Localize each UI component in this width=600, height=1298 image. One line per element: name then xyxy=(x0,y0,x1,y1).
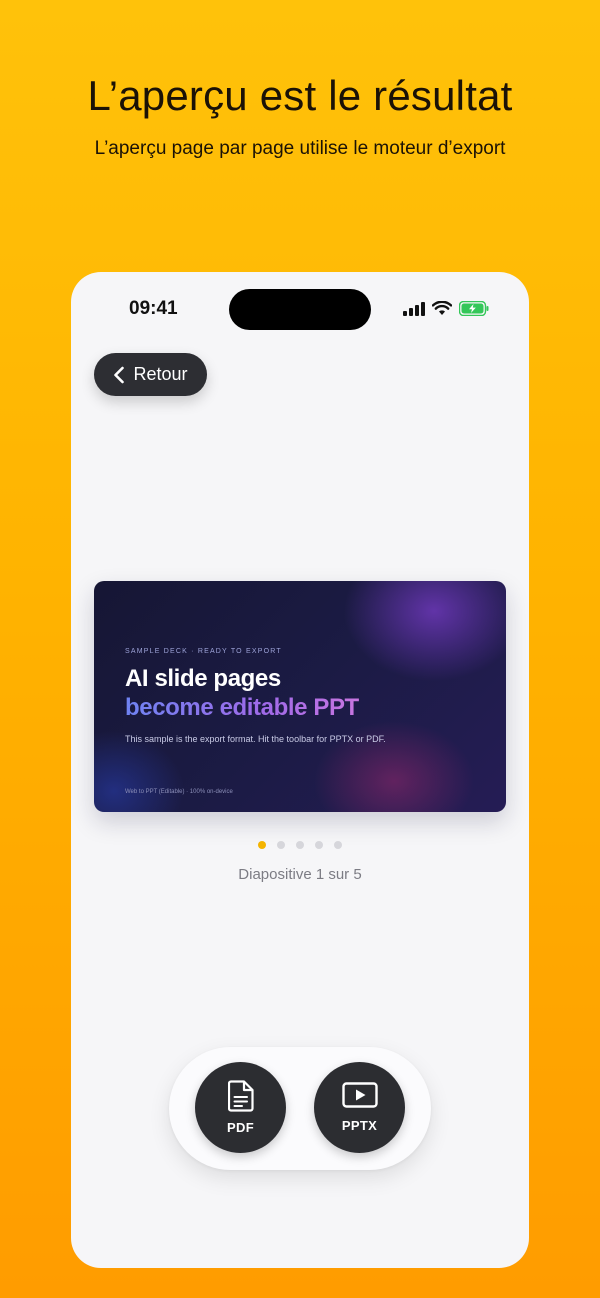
page-headline: L’aperçu est le résultat xyxy=(87,72,513,119)
battery-charging-icon xyxy=(459,301,489,316)
page-dot[interactable] xyxy=(296,841,304,849)
document-icon xyxy=(227,1080,254,1112)
page-dot[interactable] xyxy=(334,841,342,849)
slide-footer-text: Web to PPT (Editable) · 100% on-device xyxy=(125,789,233,795)
wifi-icon xyxy=(432,301,452,315)
page-subheadline: L’aperçu page par page utilise le moteur… xyxy=(94,138,506,159)
page-dot[interactable] xyxy=(315,841,323,849)
export-pptx-button[interactable]: PPTX xyxy=(314,1062,405,1153)
export-pdf-button[interactable]: PDF xyxy=(195,1062,286,1153)
slide-title-line1: AI slide pages xyxy=(125,665,281,692)
page-dot[interactable] xyxy=(277,841,285,849)
slide-counter: Diapositive 1 sur 5 xyxy=(238,866,362,883)
back-button-label: Retour xyxy=(133,364,188,384)
slide-title-line2: become editable PPT xyxy=(125,694,359,721)
chevron-left-icon xyxy=(114,366,125,383)
export-pdf-label: PDF xyxy=(227,1120,254,1135)
export-pptx-label: PPTX xyxy=(341,1118,378,1133)
page-indicator xyxy=(71,841,529,849)
slide-preview[interactable]: SAMPLE DECK · READY TO EXPORT AI slide p… xyxy=(94,581,506,812)
back-button[interactable]: Retour xyxy=(94,353,207,396)
status-time: 09:41 xyxy=(129,298,178,319)
export-toolbar: PDF PPTX xyxy=(169,1047,431,1170)
status-icons xyxy=(403,301,489,316)
slide-body-text: This sample is the export format. Hit th… xyxy=(125,734,386,744)
phone-frame: 09:41 Retour SAMPLE DECK · READY TO EXPO… xyxy=(71,272,529,1268)
play-slide-icon xyxy=(341,1082,378,1108)
page-dot[interactable] xyxy=(258,841,266,849)
slide-kicker: SAMPLE DECK · READY TO EXPORT xyxy=(125,648,282,655)
signal-icon xyxy=(403,301,425,316)
dynamic-island xyxy=(229,289,371,330)
